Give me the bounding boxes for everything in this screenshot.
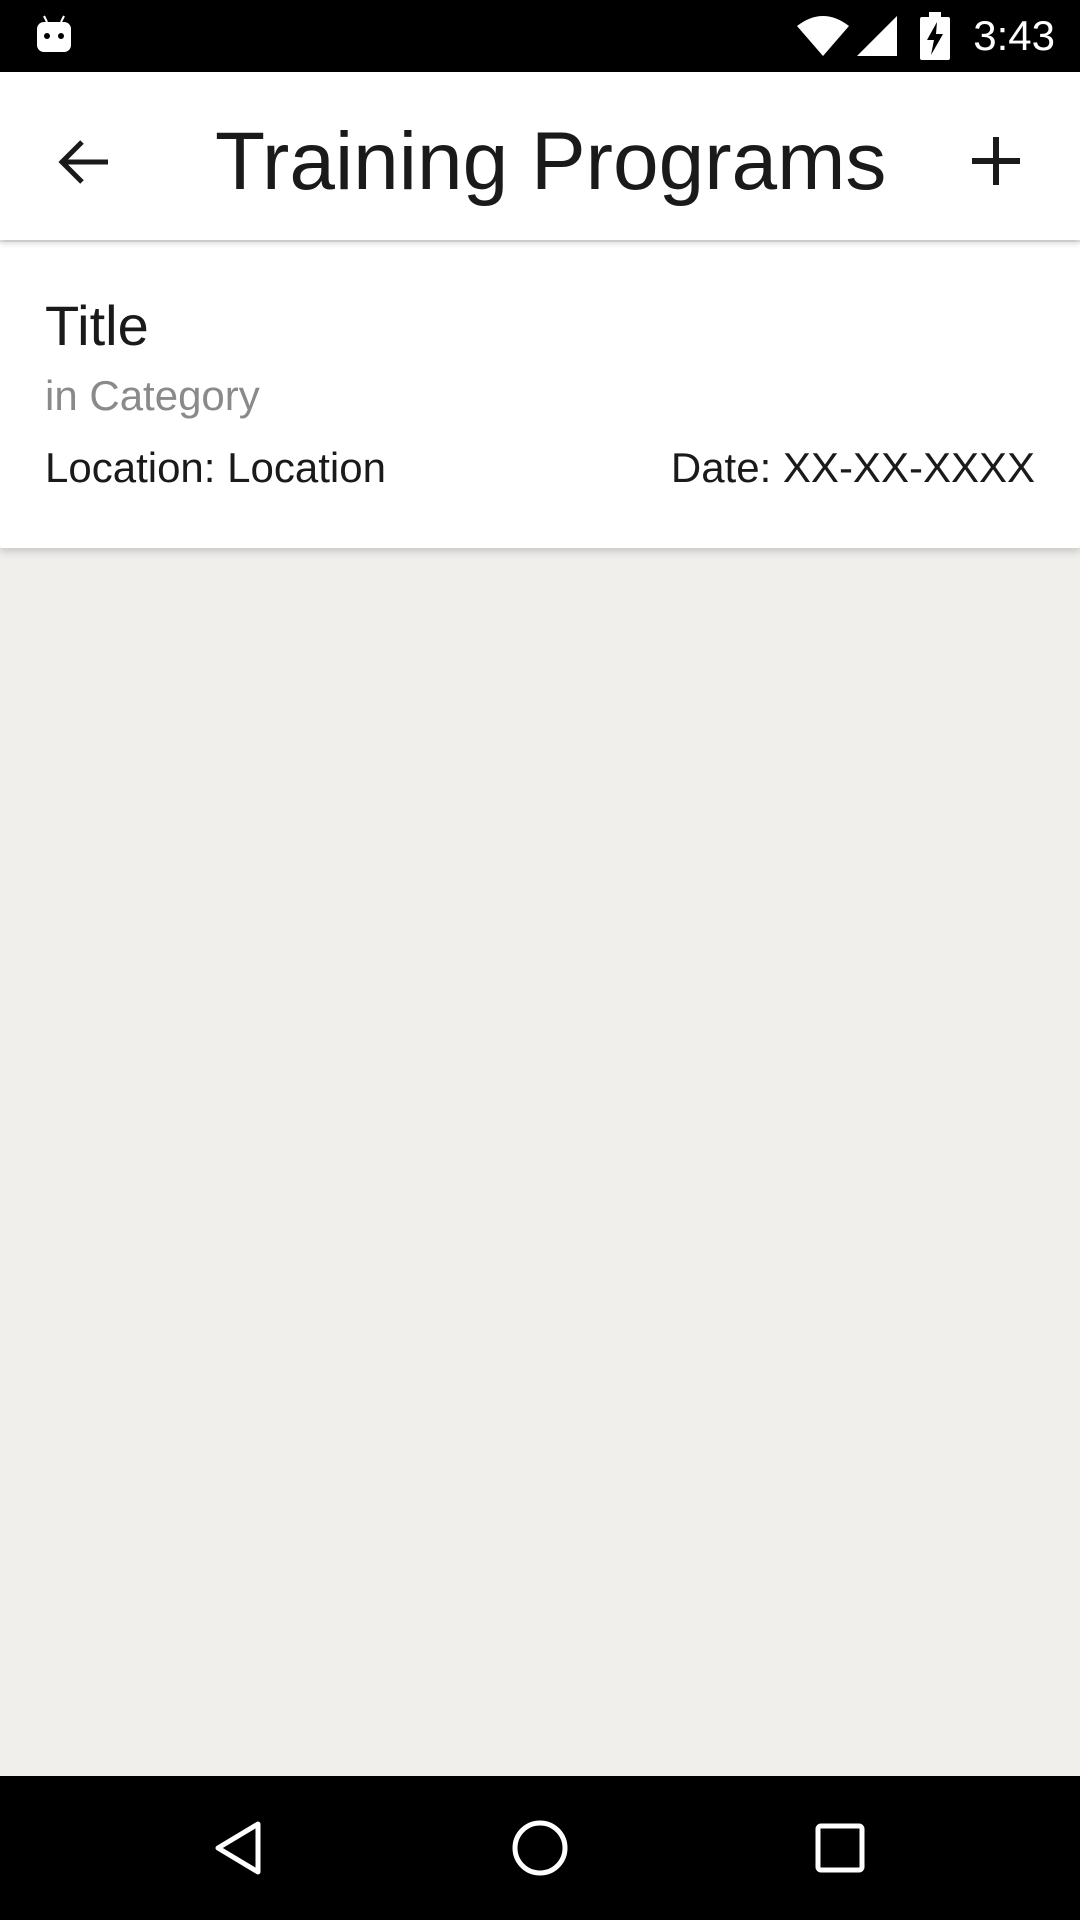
nav-recents-button[interactable] — [790, 1798, 890, 1898]
wifi-icon — [797, 16, 849, 56]
page-title: Training Programs — [215, 116, 887, 207]
status-clock: 3:43 — [973, 12, 1055, 59]
nav-home-button[interactable] — [490, 1798, 590, 1898]
nav-back-button[interactable] — [190, 1798, 290, 1898]
add-program-button[interactable] — [955, 120, 1037, 202]
battery-charging-icon — [920, 12, 950, 60]
nav-bar — [0, 1776, 1080, 1920]
program-location: Location: Location — [45, 444, 386, 491]
signal-icon — [857, 16, 897, 56]
android-icon — [37, 15, 71, 52]
program-date: Date: XX-XX-XXXX — [670, 444, 1035, 491]
program-title: Title — [45, 294, 149, 357]
nav-recents-icon — [815, 1823, 865, 1873]
nav-home-icon — [512, 1820, 568, 1876]
status-bar: 3:43 — [0, 0, 1080, 72]
nav-back-icon — [215, 1821, 261, 1875]
plus-icon — [972, 137, 1020, 185]
program-category: in Category — [45, 372, 260, 419]
arrow-back-icon — [58, 140, 108, 184]
screen: 3:43 Training Programs Title in Category… — [0, 0, 1080, 1920]
content-area — [0, 560, 1080, 1775]
program-card[interactable]: Title in Category Location: Location Dat… — [0, 242, 1080, 548]
back-button[interactable] — [44, 122, 124, 202]
app-bar: Training Programs — [0, 72, 1080, 240]
